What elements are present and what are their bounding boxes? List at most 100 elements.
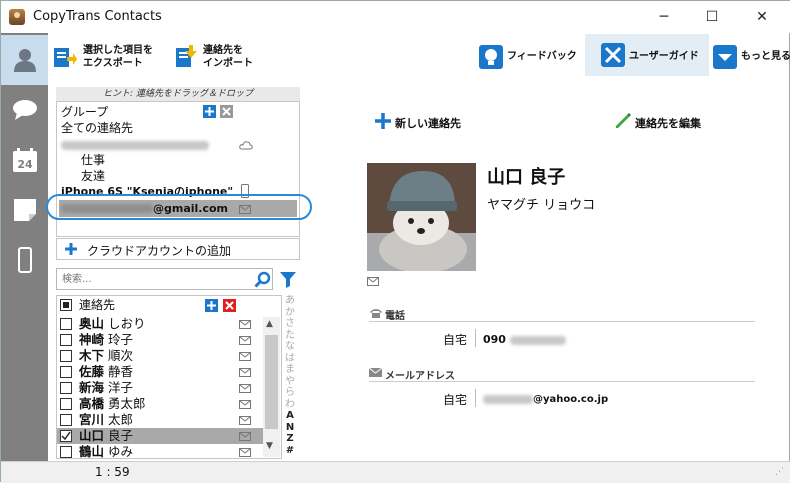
resize-grip-icon[interactable]: ⋰ <box>775 467 784 477</box>
divider <box>369 381 755 382</box>
contact-count: 1 : 59 <box>95 465 130 479</box>
list-item[interactable]: 山口 良子 <box>57 428 263 444</box>
divider <box>369 321 755 322</box>
group-friends[interactable]: 友達 <box>81 168 323 184</box>
nav-contacts[interactable] <box>1 35 48 85</box>
scroll-up-icon[interactable]: ▲ <box>266 319 273 329</box>
mail-icon <box>239 352 251 361</box>
alpha-index-letter[interactable]: A <box>282 410 298 422</box>
row-checkbox[interactable] <box>60 382 72 394</box>
first-name: 順次 <box>108 348 134 363</box>
select-all-checkbox[interactable] <box>60 299 72 311</box>
last-name: 奥山 <box>79 316 105 331</box>
group-cloud-account[interactable] <box>61 137 303 153</box>
contact-name: 高橋 勇太郎 <box>79 396 146 412</box>
group-all-contacts[interactable]: 全ての連絡先 <box>61 120 303 136</box>
close-button[interactable]: ✕ <box>739 1 785 33</box>
scroll-thumb[interactable] <box>265 335 278 429</box>
list-item[interactable]: 神崎 玲子 <box>57 332 263 348</box>
last-name: 佐藤 <box>79 364 105 379</box>
feedback-button[interactable]: フィードバック <box>479 37 579 79</box>
nav-calendar[interactable]: 24 <box>1 135 48 185</box>
svg-text:24: 24 <box>17 158 33 171</box>
left-nav: 24 <box>1 33 48 461</box>
row-checkbox[interactable] <box>60 318 72 330</box>
mail-icon <box>239 384 251 393</box>
list-item[interactable]: 木下 順次 <box>57 348 263 364</box>
add-group-icon[interactable] <box>203 105 216 118</box>
user-guide-button[interactable]: ユーザーガイド <box>585 34 709 76</box>
contact-photo <box>367 163 476 271</box>
more-button[interactable]: もっと見る <box>713 37 790 79</box>
list-item[interactable]: 鶴山 ゆみ <box>57 444 263 459</box>
email-value: @yahoo.co.jp <box>483 394 608 405</box>
feedback-label: フィードバック <box>507 51 577 62</box>
row-checkbox[interactable] <box>60 430 72 442</box>
contact-list: 連絡先 奥山 しおり 神崎 玲子 木下 順次 佐藤 静香 新海 洋子 高橋 勇太郎 宮川 太… <box>56 295 282 459</box>
list-header-label: 連絡先 <box>79 298 116 312</box>
delete-group-icon[interactable] <box>220 105 233 118</box>
delete-contact-icon[interactable] <box>223 299 236 312</box>
minimize-button[interactable]: ─ <box>641 1 687 33</box>
nav-messages[interactable] <box>1 85 48 135</box>
alpha-index-letter[interactable]: わ <box>282 399 298 411</box>
alpha-index-letter[interactable]: Z <box>282 433 298 445</box>
maximize-button[interactable]: ☐ <box>689 1 735 33</box>
list-item[interactable]: 佐藤 静香 <box>57 364 263 380</box>
mail-icon <box>367 277 379 286</box>
row-checkbox[interactable] <box>60 334 72 346</box>
nav-device[interactable] <box>1 235 48 285</box>
list-scrollbar[interactable]: ▲ ▼ <box>263 317 280 457</box>
alpha-index-letter[interactable]: ら <box>282 387 298 399</box>
contact-name: 鶴山 ゆみ <box>79 444 134 459</box>
list-item[interactable]: 奥山 しおり <box>57 316 263 332</box>
group-work[interactable]: 仕事 <box>81 152 323 168</box>
import-icon <box>176 45 197 67</box>
alpha-index-letter[interactable]: や <box>282 376 298 388</box>
alpha-index-letter[interactable]: た <box>282 330 298 342</box>
person-icon <box>14 49 36 72</box>
plus-icon <box>375 113 391 129</box>
row-checkbox[interactable] <box>60 414 72 426</box>
lightbulb-icon <box>479 45 503 69</box>
alpha-index-letter[interactable]: さ <box>282 318 298 330</box>
add-contact-icon[interactable] <box>205 299 218 312</box>
alpha-index-letter[interactable]: は <box>282 353 298 365</box>
list-item[interactable]: 新海 洋子 <box>57 380 263 396</box>
alpha-index-letter[interactable]: # <box>282 445 298 457</box>
redacted-phone <box>509 335 566 345</box>
list-item[interactable]: 高橋 勇太郎 <box>57 396 263 412</box>
last-name: 山口 <box>79 428 105 443</box>
nav-notes[interactable] <box>1 185 48 235</box>
last-name: 神崎 <box>79 332 105 347</box>
email-section-title: メールアドレス <box>385 371 455 382</box>
cloud-icon <box>239 141 253 150</box>
more-label: もっと見る <box>741 51 790 62</box>
row-checkbox[interactable] <box>60 446 72 458</box>
groups-header: グループ <box>61 104 303 120</box>
row-checkbox[interactable] <box>60 350 72 362</box>
row-checkbox[interactable] <box>60 398 72 410</box>
alpha-index-letter[interactable]: な <box>282 341 298 353</box>
alpha-index-letter[interactable]: か <box>282 307 298 319</box>
add-cloud-account-button[interactable]: クラウドアカウントの追加 <box>56 238 300 260</box>
first-name: ゆみ <box>108 444 134 459</box>
last-name: 鶴山 <box>79 444 105 459</box>
list-item[interactable]: 宮川 太郎 <box>57 412 263 428</box>
first-name: しおり <box>108 316 146 331</box>
mail-icon <box>239 400 251 409</box>
row-checkbox[interactable] <box>60 366 72 378</box>
alpha-index-letter[interactable]: あ <box>282 295 298 307</box>
add-cloud-label: クラウドアカウントの追加 <box>87 244 232 258</box>
filter-icon[interactable] <box>279 271 297 288</box>
import-button[interactable]: 連絡先を インポート <box>175 37 275 79</box>
phone-type-label: 自宅 <box>443 333 468 347</box>
export-button[interactable]: 選択した項目を エクスポート <box>53 37 163 79</box>
alpha-index-letter[interactable]: ま <box>282 364 298 376</box>
search-icon[interactable] <box>254 271 271 288</box>
pencil-icon <box>616 113 631 128</box>
scroll-down-icon[interactable]: ▼ <box>266 441 273 451</box>
alpha-index-letter[interactable]: N <box>282 422 298 434</box>
phone-prefix: 090 <box>483 333 506 346</box>
search-input[interactable] <box>56 268 273 290</box>
